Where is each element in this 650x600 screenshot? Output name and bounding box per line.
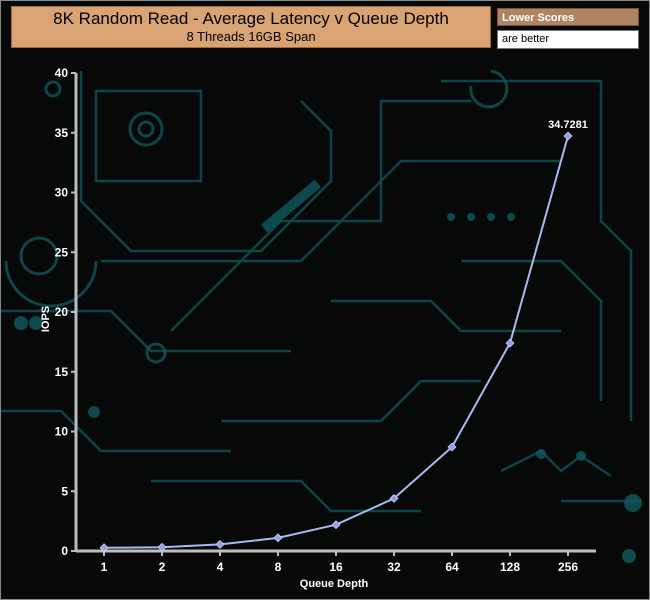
x-axis-title: Queue Depth [300, 578, 369, 590]
series-point [331, 520, 341, 530]
y-tick-label: 15 [55, 365, 69, 379]
x-tick-label: 16 [329, 560, 343, 574]
series-markers [99, 131, 573, 553]
data-label: 34.7281 [548, 119, 588, 131]
y-tick-labels: 0 5 10 15 20 25 30 35 40 [55, 66, 69, 558]
y-tick-label: 20 [55, 305, 69, 319]
y-tick-label: 0 [61, 544, 68, 558]
x-tick-label: 32 [387, 560, 401, 574]
x-tick-label: 1 [101, 560, 108, 574]
y-tick-label: 25 [55, 245, 69, 259]
y-tick-label: 35 [55, 126, 69, 140]
y-tick-label: 10 [55, 425, 69, 439]
series-point [563, 131, 573, 141]
line-chart: 0 5 10 15 20 25 30 35 40 1 2 4 8 16 32 64 128 256 IOPS Q… [40, 66, 596, 590]
y-axis-title: IOPS [40, 306, 52, 332]
y-tick-label: 40 [55, 66, 69, 80]
x-tick-label: 8 [275, 560, 282, 574]
y-tick-label: 30 [55, 186, 69, 200]
chart-frame: 8K Random Read - Average Latency v Queue… [0, 0, 650, 600]
x-tick-label: 2 [159, 560, 166, 574]
series-point [215, 540, 225, 549]
y-tick-label: 5 [61, 484, 68, 498]
series-point [273, 533, 283, 543]
x-tick-label: 256 [558, 560, 578, 574]
series-point [505, 338, 515, 348]
x-tick-labels: 1 2 4 8 16 32 64 128 256 [101, 560, 579, 574]
x-tick-label: 128 [500, 560, 520, 574]
series-line [103, 135, 569, 549]
x-tick-label: 4 [217, 560, 224, 574]
x-tick-label: 64 [445, 560, 459, 574]
